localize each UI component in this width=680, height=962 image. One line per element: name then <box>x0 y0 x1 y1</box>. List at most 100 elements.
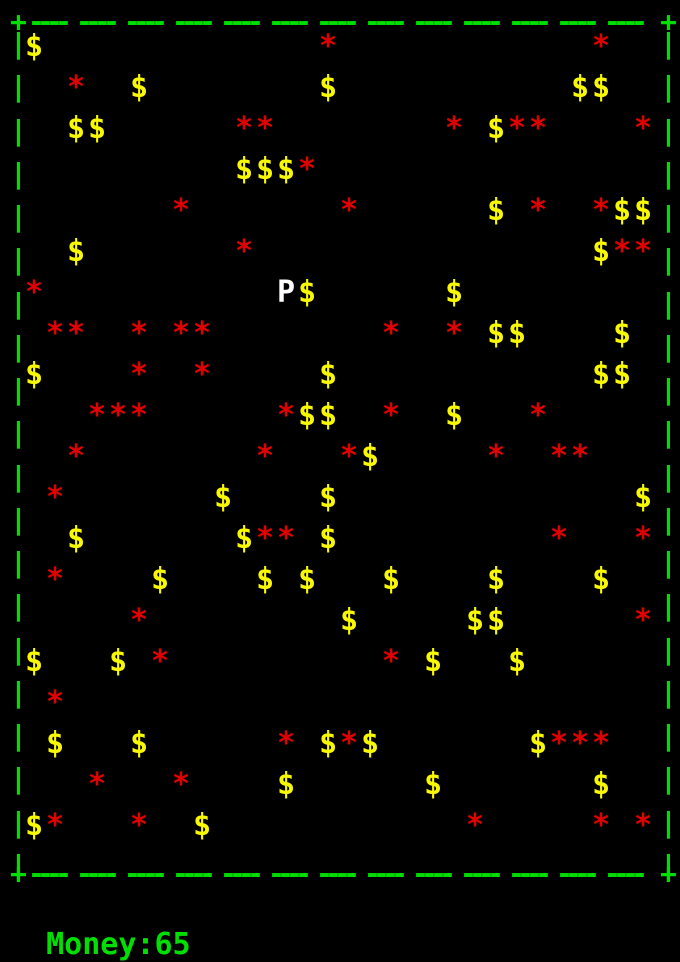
trap-glyph: * <box>130 811 148 841</box>
border-vert: | <box>660 765 677 793</box>
money-glyph: $ <box>613 196 631 226</box>
trap-glyph: * <box>508 114 526 144</box>
border-vert: | <box>10 203 27 231</box>
money-glyph: $ <box>277 155 295 185</box>
border-horiz: - <box>199 860 216 888</box>
trap-glyph: * <box>592 811 610 841</box>
trap-glyph: * <box>550 729 568 759</box>
money-glyph: $ <box>67 524 85 554</box>
money-glyph: $ <box>592 73 610 103</box>
money-glyph: $ <box>508 319 526 349</box>
money-glyph: $ <box>382 565 400 595</box>
border-horiz: - <box>199 8 216 36</box>
trap-glyph: * <box>382 319 400 349</box>
money-glyph: $ <box>256 565 274 595</box>
money-glyph: $ <box>109 647 127 677</box>
trap-glyph: * <box>130 319 148 349</box>
money-glyph: $ <box>319 524 337 554</box>
border-vert: | <box>10 506 27 534</box>
money-glyph: $ <box>67 114 85 144</box>
trap-glyph: * <box>172 196 190 226</box>
border-vert: | <box>10 722 27 750</box>
trap-glyph: * <box>46 688 64 718</box>
border-vert: | <box>660 30 677 58</box>
money-glyph: $ <box>88 114 106 144</box>
trap-glyph: * <box>151 647 169 677</box>
trap-glyph: * <box>634 237 652 267</box>
trap-glyph: * <box>172 770 190 800</box>
border-vert: | <box>10 73 27 101</box>
border-horiz: - <box>247 860 264 888</box>
money-glyph: $ <box>193 811 211 841</box>
border-vert: | <box>660 203 677 231</box>
money-glyph: $ <box>319 483 337 513</box>
money-glyph: $ <box>445 278 463 308</box>
border-horiz: - <box>103 8 120 36</box>
trap-glyph: * <box>277 524 295 554</box>
border-vert: | <box>660 463 677 491</box>
trap-glyph: * <box>340 196 358 226</box>
game-map[interactable]: ++++------------------------------------… <box>0 0 680 880</box>
trap-glyph: * <box>529 401 547 431</box>
trap-glyph: * <box>256 114 274 144</box>
border-vert: | <box>660 852 677 880</box>
border-vert: | <box>660 549 677 577</box>
money-glyph: $ <box>592 237 610 267</box>
money-glyph: $ <box>634 483 652 513</box>
border-horiz: - <box>583 860 600 888</box>
border-vert: | <box>660 246 677 274</box>
money-glyph: $ <box>592 565 610 595</box>
trap-glyph: * <box>382 647 400 677</box>
money-glyph: $ <box>46 729 64 759</box>
money-glyph: $ <box>361 442 379 472</box>
trap-glyph: * <box>277 729 295 759</box>
border-vert: | <box>10 463 27 491</box>
money-glyph: $ <box>487 114 505 144</box>
border-horiz: - <box>55 860 72 888</box>
money-glyph: $ <box>25 360 43 390</box>
border-horiz: - <box>631 860 648 888</box>
border-vert: | <box>10 419 27 447</box>
border-horiz: - <box>343 860 360 888</box>
money-glyph: $ <box>319 73 337 103</box>
money-glyph: $ <box>592 770 610 800</box>
border-horiz: - <box>55 8 72 36</box>
money-glyph: $ <box>487 606 505 636</box>
money-glyph: $ <box>319 401 337 431</box>
status-bar: Money:65 <box>10 892 191 962</box>
border-horiz: - <box>247 8 264 36</box>
border-vert: | <box>10 246 27 274</box>
trap-glyph: * <box>634 114 652 144</box>
border-vert: | <box>660 117 677 145</box>
money-glyph: $ <box>235 524 253 554</box>
trap-glyph: * <box>67 442 85 472</box>
border-vert: | <box>660 419 677 447</box>
trap-glyph: * <box>319 32 337 62</box>
money-glyph: $ <box>487 319 505 349</box>
trap-glyph: * <box>634 811 652 841</box>
trap-glyph: * <box>130 606 148 636</box>
money-glyph: $ <box>319 360 337 390</box>
trap-glyph: * <box>382 401 400 431</box>
money-glyph: $ <box>361 729 379 759</box>
money-glyph: $ <box>298 278 316 308</box>
border-horiz: - <box>535 8 552 36</box>
border-vert: | <box>660 722 677 750</box>
trap-glyph: * <box>46 483 64 513</box>
border-vert: | <box>10 592 27 620</box>
money-glyph: $ <box>130 729 148 759</box>
trap-glyph: * <box>298 155 316 185</box>
trap-glyph: * <box>46 319 64 349</box>
money-glyph: $ <box>277 770 295 800</box>
border-horiz: - <box>391 860 408 888</box>
trap-glyph: * <box>130 360 148 390</box>
border-horiz: - <box>295 8 312 36</box>
money-glyph: $ <box>571 73 589 103</box>
trap-glyph: * <box>130 401 148 431</box>
border-vert: | <box>660 376 677 404</box>
trap-glyph: * <box>445 114 463 144</box>
trap-glyph: * <box>634 524 652 554</box>
trap-glyph: * <box>571 729 589 759</box>
trap-glyph: * <box>634 606 652 636</box>
trap-glyph: * <box>46 565 64 595</box>
